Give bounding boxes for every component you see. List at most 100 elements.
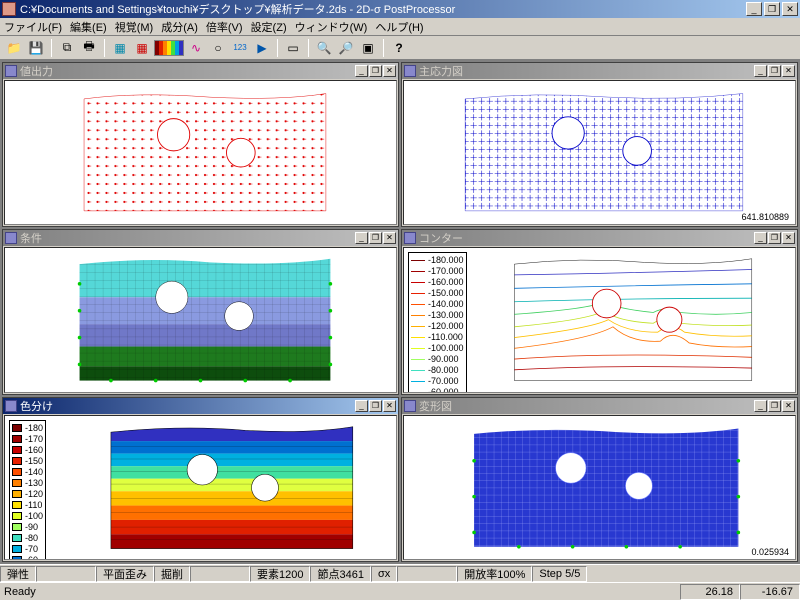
- menu-component[interactable]: 成分(A): [161, 19, 198, 35]
- play-button[interactable]: ▶: [252, 38, 272, 58]
- minimize-icon[interactable]: _: [754, 400, 767, 412]
- restore-icon[interactable]: ❐: [369, 400, 382, 412]
- status-ready: Ready: [0, 584, 42, 600]
- stress-plot: [404, 81, 795, 224]
- menubar: ファイル(F) 編集(E) 視覚(M) 成分(A) 倍率(V) 設定(Z) ウィ…: [0, 18, 800, 36]
- panel-icon: [404, 65, 416, 77]
- close-button[interactable]: ✕: [782, 2, 798, 16]
- menu-edit[interactable]: 編集(E): [70, 19, 107, 35]
- legend-value: -110.000: [428, 332, 463, 343]
- legend-value: -150.000: [428, 288, 464, 299]
- panel-titlebar[interactable]: 色分け _ ❐ ✕: [3, 398, 398, 414]
- output-plot: [5, 81, 396, 224]
- restore-icon[interactable]: ❐: [369, 232, 382, 244]
- legend-value: -140.000: [428, 299, 464, 310]
- restore-icon[interactable]: ❐: [768, 232, 781, 244]
- panel-canvas[interactable]: [4, 247, 397, 392]
- window-buttons: _ ❐ ✕: [746, 2, 798, 16]
- minimize-button[interactable]: _: [746, 2, 762, 16]
- panel-canvas[interactable]: 0.025934: [403, 415, 796, 560]
- menu-settings[interactable]: 設定(Z): [251, 19, 287, 35]
- legend-swatch: [12, 523, 22, 531]
- colorfill-legend: -180-170-160-150-140-130-120-110-100-90-…: [9, 420, 46, 560]
- param-elastic: 弾性: [0, 566, 36, 582]
- legend-value: -110: [25, 500, 42, 511]
- scale-label: 0.025934: [751, 547, 789, 557]
- legend-swatch: [12, 479, 22, 487]
- scale-label: 641.810889: [741, 212, 789, 222]
- circle-icon[interactable]: ○: [208, 38, 228, 58]
- minimize-icon[interactable]: _: [355, 65, 368, 77]
- panel-title: 条件: [20, 230, 355, 246]
- panel-titlebar[interactable]: 条件 _ ❐ ✕: [3, 230, 398, 246]
- help-button[interactable]: ?: [389, 38, 409, 58]
- legend-value: -80: [25, 533, 38, 544]
- legend-value: -100: [25, 511, 43, 522]
- panel-title: 変形図: [419, 398, 754, 414]
- save-button[interactable]: 💾: [26, 38, 46, 58]
- numbers-icon[interactable]: 123: [230, 38, 250, 58]
- copy-button[interactable]: ⧉: [57, 38, 77, 58]
- pan-button[interactable]: ▣: [358, 38, 378, 58]
- panel-titlebar[interactable]: 主応力図 _ ❐ ✕: [402, 63, 797, 79]
- panel-canvas[interactable]: -180-170-160-150-140-130-120-110-100-90-…: [4, 415, 397, 560]
- mdi-area: 値出力 _ ❐ ✕ 主応: [0, 60, 800, 564]
- legend-value: -130.000: [428, 310, 464, 321]
- panel-titlebar[interactable]: 変形図 _ ❐ ✕: [402, 398, 797, 414]
- restore-icon[interactable]: ❐: [369, 65, 382, 77]
- panel-canvas[interactable]: 641.810889: [403, 80, 796, 225]
- panel-title: コンター: [419, 230, 754, 246]
- menu-view[interactable]: 視覚(M): [115, 19, 154, 35]
- close-icon[interactable]: ✕: [383, 400, 396, 412]
- panel-icon: [5, 232, 17, 244]
- conditions-plot: [5, 248, 396, 391]
- mesh-icon[interactable]: ▦: [110, 38, 130, 58]
- colormap-icon[interactable]: [154, 40, 184, 56]
- legend-line: [411, 293, 425, 294]
- panel-titlebar[interactable]: 値出力 _ ❐ ✕: [3, 63, 398, 79]
- panel-canvas[interactable]: -180.000-170.000-160.000-150.000-140.000…: [403, 247, 796, 392]
- minimize-icon[interactable]: _: [754, 65, 767, 77]
- legend-line: [411, 337, 425, 338]
- zoom-out-button[interactable]: 🔎: [336, 38, 356, 58]
- legend-value: -60: [25, 555, 38, 560]
- minimize-icon[interactable]: _: [355, 400, 368, 412]
- param-empty: [190, 566, 250, 582]
- panel-titlebar[interactable]: コンター _ ❐ ✕: [402, 230, 797, 246]
- close-icon[interactable]: ✕: [782, 65, 795, 77]
- menu-scale[interactable]: 倍率(V): [206, 19, 243, 35]
- contour-legend: -180.000-170.000-160.000-150.000-140.000…: [408, 252, 467, 392]
- panel-conditions: 条件 _ ❐ ✕: [2, 229, 399, 394]
- maximize-button[interactable]: ❐: [764, 2, 780, 16]
- legend-line: [411, 348, 425, 349]
- restore-icon[interactable]: ❐: [768, 400, 781, 412]
- minimize-icon[interactable]: _: [754, 232, 767, 244]
- panel-canvas[interactable]: [4, 80, 397, 225]
- close-icon[interactable]: ✕: [782, 232, 795, 244]
- menu-help[interactable]: ヘルプ(H): [375, 19, 423, 35]
- param-empty: [36, 566, 96, 582]
- open-button[interactable]: 📁: [4, 38, 24, 58]
- close-icon[interactable]: ✕: [782, 400, 795, 412]
- frame-icon[interactable]: ▭: [283, 38, 303, 58]
- separator: [308, 39, 309, 57]
- separator: [383, 39, 384, 57]
- menu-file[interactable]: ファイル(F): [4, 19, 62, 35]
- menu-window[interactable]: ウィンドウ(W): [295, 19, 368, 35]
- mesh2-icon[interactable]: ▦: [132, 38, 152, 58]
- restore-icon[interactable]: ❐: [768, 65, 781, 77]
- panel-icon: [404, 232, 416, 244]
- param-openratio: 開放率100%: [457, 566, 532, 582]
- close-icon[interactable]: ✕: [383, 65, 396, 77]
- legend-line: [411, 282, 425, 283]
- panel-title: 値出力: [20, 63, 355, 79]
- param-elements: 要素1200: [250, 566, 310, 582]
- print-button[interactable]: 🖶: [79, 38, 99, 58]
- curve-icon[interactable]: ∿: [186, 38, 206, 58]
- status-y: -16.67: [740, 584, 800, 600]
- legend-swatch: [12, 457, 22, 465]
- close-icon[interactable]: ✕: [383, 232, 396, 244]
- zoom-in-button[interactable]: 🔍: [314, 38, 334, 58]
- separator: [51, 39, 52, 57]
- minimize-icon[interactable]: _: [355, 232, 368, 244]
